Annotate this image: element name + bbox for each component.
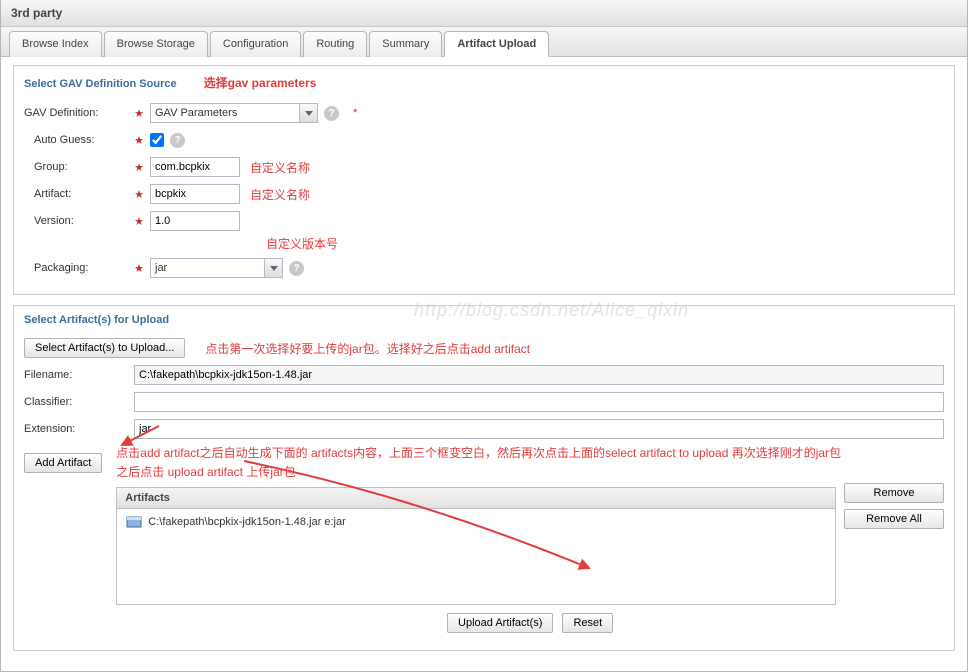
annotation-add-1: 点击add artifact之后自动生成下面的 artifacts内容，上面三个… [116, 445, 944, 462]
gav-legend-text: Select GAV Definition Source [24, 78, 177, 90]
add-artifact-button[interactable]: Add Artifact [24, 453, 102, 473]
packaging-value: jar [150, 258, 265, 278]
classifier-input[interactable] [134, 392, 944, 412]
artifacts-area: Artifacts C:\fakepath\bcpkix-jdk15on-1.4… [116, 483, 944, 605]
help-icon[interactable]: ? [324, 106, 339, 121]
row-group: Group: ★ 自定义名称 [24, 156, 944, 178]
required-star: ★ [134, 161, 144, 174]
gav-definition-value: GAV Parameters [150, 103, 300, 123]
file-icon [126, 515, 142, 529]
label-classifier: Classifier: [24, 396, 134, 408]
tab-strip: Browse Index Browse Storage Configuratio… [1, 27, 967, 57]
row-select-artifacts: Select Artifact(s) to Upload... 点击第一次选择好… [24, 337, 944, 359]
artifacts-body: C:\fakepath\bcpkix-jdk15on-1.48.jar e:ja… [117, 509, 835, 604]
label-extension: Extension: [24, 423, 134, 435]
required-indicator: * [353, 107, 357, 119]
label-group: Group: [24, 161, 134, 173]
help-icon[interactable]: ? [289, 261, 304, 276]
row-version: Version: ★ [24, 210, 944, 232]
tab-configuration[interactable]: Configuration [210, 31, 301, 57]
extension-input[interactable] [134, 419, 944, 439]
required-star: ★ [134, 188, 144, 201]
select-artifacts-button[interactable]: Select Artifact(s) to Upload... [24, 338, 185, 358]
row-gav-definition: GAV Definition: ★ GAV Parameters ? * [24, 102, 944, 124]
gav-fieldset: Select GAV Definition Source 选择gav param… [13, 65, 955, 295]
required-star: ★ [134, 134, 144, 147]
tab-browse-storage[interactable]: Browse Storage [104, 31, 208, 57]
tab-artifact-upload[interactable]: Artifact Upload [444, 31, 549, 57]
panel-title: 3rd party [1, 0, 967, 27]
row-add-artifact: Add Artifact 点击add artifact之后自动生成下面的 art… [24, 445, 944, 635]
row-classifier: Classifier: [24, 391, 944, 413]
label-gav-definition: GAV Definition: [24, 107, 134, 119]
remove-all-button[interactable]: Remove All [844, 509, 944, 529]
tab-routing[interactable]: Routing [303, 31, 367, 57]
tab-summary[interactable]: Summary [369, 31, 442, 57]
annotation-gav-params: 选择gav parameters [204, 76, 317, 90]
annotation-artifact: 自定义名称 [250, 186, 310, 203]
label-packaging: Packaging: [24, 262, 134, 274]
chevron-down-icon[interactable] [265, 258, 283, 278]
required-star: ★ [134, 107, 144, 120]
bottom-buttons: Upload Artifact(s) Reset [116, 605, 944, 635]
help-icon[interactable]: ? [170, 133, 185, 148]
label-artifact: Artifact: [24, 188, 134, 200]
row-auto-guess: Auto Guess: ★ ? [24, 129, 944, 151]
group-input[interactable] [150, 157, 240, 177]
reset-button[interactable]: Reset [562, 613, 613, 633]
packaging-select[interactable]: jar [150, 258, 283, 278]
remove-button[interactable]: Remove [844, 483, 944, 503]
auto-guess-checkbox[interactable] [150, 133, 164, 147]
row-extension: Extension: [24, 418, 944, 440]
tab-content: Select GAV Definition Source 选择gav param… [1, 57, 967, 671]
annotation-add-2: 之后点击 upload artifact 上传jar包 [116, 464, 944, 481]
artifact-entry-text: C:\fakepath\bcpkix-jdk15on-1.48.jar e:ja… [148, 516, 346, 528]
required-star: ★ [134, 215, 144, 228]
annotation-select: 点击第一次选择好要上传的jar包。选择好之后点击add artifact [205, 340, 530, 357]
annotation-group: 自定义名称 [250, 159, 310, 176]
version-input[interactable] [150, 211, 240, 231]
artifacts-header: Artifacts [117, 488, 835, 509]
tab-browse-index[interactable]: Browse Index [9, 31, 102, 57]
upload-artifacts-button[interactable]: Upload Artifact(s) [447, 613, 553, 633]
upload-legend: Select Artifact(s) for Upload [24, 312, 944, 332]
label-version: Version: [24, 215, 134, 227]
artifact-input[interactable] [150, 184, 240, 204]
gav-legend: Select GAV Definition Source 选择gav param… [24, 72, 944, 97]
filename-input [134, 365, 944, 385]
label-auto-guess: Auto Guess: [24, 134, 134, 146]
annotation-version: 自定义版本号 [266, 237, 338, 251]
artifact-action-buttons: Remove Remove All [844, 483, 944, 529]
artifact-row[interactable]: C:\fakepath\bcpkix-jdk15on-1.48.jar e:ja… [120, 512, 832, 532]
required-star: ★ [134, 262, 144, 275]
upload-fieldset: http://blog.csdn.net/Alice_qixin Select … [13, 305, 955, 651]
gav-definition-select[interactable]: GAV Parameters [150, 103, 318, 123]
chevron-down-icon[interactable] [300, 103, 318, 123]
row-artifact: Artifact: ★ 自定义名称 [24, 183, 944, 205]
row-filename: Filename: [24, 364, 944, 386]
label-filename: Filename: [24, 369, 134, 381]
artifacts-panel: Artifacts C:\fakepath\bcpkix-jdk15on-1.4… [116, 487, 836, 605]
main-panel: 3rd party Browse Index Browse Storage Co… [0, 0, 968, 672]
row-packaging: Packaging: ★ jar ? [24, 257, 944, 279]
